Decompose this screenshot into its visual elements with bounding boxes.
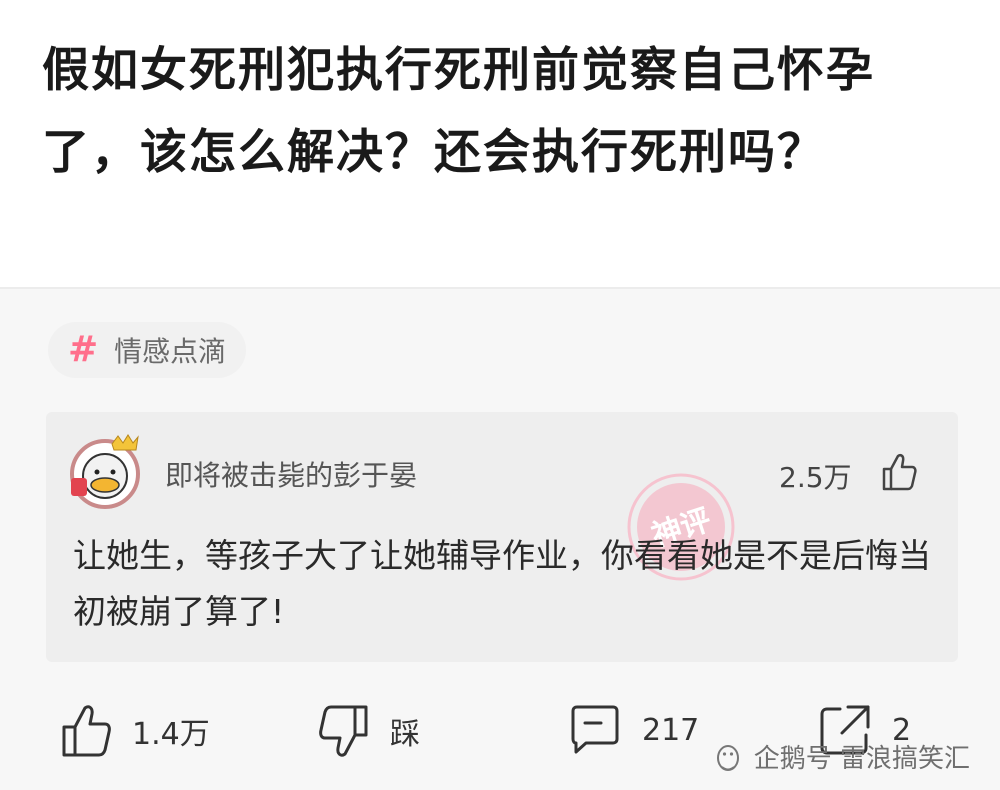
question-header: 假如女死刑犯执行死刑前觉察自己怀孕了，该怎么解决？还会执行死刑吗？	[0, 0, 1000, 287]
comment-icon	[571, 705, 619, 754]
avatar[interactable]	[66, 432, 144, 510]
source-watermark: 企鹅号 雷浪搞笑汇	[712, 738, 970, 775]
like-count: 1.4万	[132, 717, 210, 752]
thumbs-up-icon[interactable]	[881, 452, 917, 492]
comment-count: 217	[642, 712, 700, 748]
comment-text: 让她生，等孩子大了让她辅导作业，你看看她是不是后悔当初被崩了算了!	[73, 536, 931, 631]
penguin-logo-icon	[716, 744, 739, 771]
question-title: 假如女死刑犯执行死刑前觉察自己怀孕了，该怎么解决？还会执行死刑吗？	[42, 43, 875, 180]
top-comment-card: 即将被击毙的彭于晏 神评 2.5万 让她生，等孩子大了让她辅导作业，你看看她是不…	[46, 412, 958, 662]
comment-like-count: 2.5万	[779, 461, 852, 494]
watermark-text: 企鹅号 雷浪搞笑汇	[753, 744, 970, 774]
topic-tag-label: 情感点滴	[114, 335, 227, 368]
divider	[0, 287, 1000, 289]
thumbs-up-icon	[62, 705, 111, 757]
dislike-button[interactable]: 踩	[318, 703, 420, 759]
thumbs-down-icon	[319, 705, 368, 757]
like-button[interactable]: 1.4万	[60, 703, 210, 759]
comment-button[interactable]: 217	[568, 703, 699, 757]
comment-username[interactable]: 即将被击毙的彭于晏	[165, 454, 417, 494]
topic-tag[interactable]: # 情感点滴	[48, 322, 247, 378]
dislike-label: 踩	[390, 717, 420, 752]
hash-icon: #	[68, 329, 99, 370]
